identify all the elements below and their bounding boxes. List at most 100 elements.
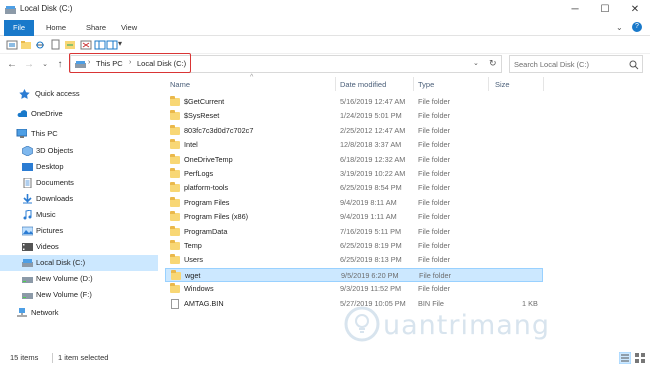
sort-ascending-icon: ^ <box>250 74 254 81</box>
rename-icon[interactable] <box>64 39 76 51</box>
sidebar-item-new-volume-d[interactable]: New Volume (D:) <box>0 271 158 287</box>
file-row[interactable]: Program Files 9/4/2019 8:11 AM File fold… <box>165 196 543 210</box>
sidebar-item-videos[interactable]: Videos <box>0 239 158 255</box>
file-row[interactable]: ProgramData 7/16/2019 5:11 PM File folde… <box>165 225 543 239</box>
sidebar-item-pictures[interactable]: Pictures <box>0 223 158 239</box>
star-icon <box>19 89 30 99</box>
download-icon <box>23 194 32 204</box>
tab-share[interactable]: Share <box>78 20 114 36</box>
tab-file[interactable]: File <box>4 20 34 36</box>
sidebar-item-documents[interactable]: Documents <box>0 175 158 191</box>
address-highlight-box <box>69 53 191 73</box>
close-button[interactable]: ✕ <box>620 0 650 20</box>
column-header-date[interactable]: Date modified <box>340 80 386 89</box>
folder-icon <box>170 211 180 222</box>
column-headers: ^ Name Date modified Type Size <box>165 74 650 93</box>
sidebar-item-music[interactable]: Music <box>0 207 158 223</box>
drive-icon <box>5 6 16 14</box>
file-row[interactable]: platform-tools 6/25/2019 8:54 PM File fo… <box>165 181 543 195</box>
sidebar-item-onedrive[interactable]: OneDrive <box>0 106 158 122</box>
watermark-logo-icon <box>344 306 380 342</box>
search-box[interactable]: Search Local Disk (C:) <box>509 55 643 73</box>
folder-icon <box>170 168 180 178</box>
new-folder-icon[interactable] <box>20 39 32 51</box>
title-bar: Local Disk (C:) ─ ☐ ✕ <box>0 0 650 20</box>
file-row[interactable]: Program Files (x86) 9/4/2019 1:11 AM Fil… <box>165 210 543 224</box>
details-view-icon[interactable] <box>619 352 631 364</box>
file-row[interactable]: $GetCurrent 5/16/2019 12:47 AM File fold… <box>165 95 543 109</box>
search-input[interactable]: Search Local Disk (C:) <box>514 60 589 69</box>
cloud-icon <box>17 110 27 117</box>
file-row[interactable]: Intel 12/8/2018 3:37 AM File folder <box>165 138 543 152</box>
copy-icon[interactable] <box>50 39 62 51</box>
layout-icon[interactable] <box>94 39 106 51</box>
file-row-selected[interactable]: wget 9/5/2019 6:20 PM File folder <box>165 267 543 283</box>
file-row[interactable]: $SysReset 1/24/2019 5:01 PM File folder <box>165 109 543 123</box>
ribbon-tabs: File Home Share View ⌄ ? <box>0 20 650 36</box>
folder-icon <box>170 110 180 121</box>
file-row[interactable]: Temp 6/25/2019 8:19 PM File folder <box>165 239 543 253</box>
properties-icon[interactable] <box>6 39 18 51</box>
column-header-name[interactable]: Name <box>170 80 190 89</box>
column-separator[interactable] <box>488 77 489 91</box>
undo-icon[interactable] <box>34 39 46 51</box>
column-separator[interactable] <box>335 77 336 91</box>
window-title: Local Disk (C:) <box>20 4 73 13</box>
sidebar-item-3d-objects[interactable]: 3D Objects <box>0 143 158 159</box>
minimize-button[interactable]: ─ <box>560 0 590 20</box>
large-icons-view-icon[interactable] <box>634 352 646 364</box>
document-icon <box>23 178 32 188</box>
selection-count: 1 item selected <box>58 353 109 362</box>
folder-icon <box>170 240 180 250</box>
folder-icon <box>170 182 180 193</box>
address-dropdown-icon[interactable]: ⌄ <box>473 59 479 67</box>
sidebar-item-this-pc[interactable]: This PC <box>0 126 158 142</box>
search-icon[interactable] <box>629 60 639 70</box>
sidebar-item-downloads[interactable]: Downloads <box>0 191 158 207</box>
music-icon <box>23 210 32 220</box>
recent-locations-icon[interactable]: ⌄ <box>38 56 52 74</box>
folder-icon <box>170 225 180 236</box>
maximize-button[interactable]: ☐ <box>590 0 620 20</box>
help-icon[interactable]: ? <box>632 22 642 32</box>
column-separator[interactable] <box>543 77 544 91</box>
file-row[interactable]: 803fc7c3d0d7c702c7 2/25/2012 12:47 AM Fi… <box>165 124 543 138</box>
ribbon-expand-icon[interactable]: ⌄ <box>616 23 623 32</box>
customize-toolbar-icon[interactable]: ▾ <box>118 39 122 48</box>
delete-icon[interactable] <box>80 39 92 51</box>
file-row[interactable]: OneDriveTemp 6/18/2019 12:32 AM File fol… <box>165 153 543 167</box>
folder-icon <box>170 153 180 164</box>
column-separator[interactable] <box>413 77 414 91</box>
column-header-type[interactable]: Type <box>418 80 434 89</box>
sidebar-item-local-disk-c[interactable]: Local Disk (C:) <box>0 255 158 271</box>
folder-icon <box>170 139 180 150</box>
file-row[interactable]: Users 6/25/2019 8:13 PM File folder <box>165 253 543 267</box>
picture-icon <box>22 226 33 236</box>
drive-icon <box>22 259 33 267</box>
sidebar-item-network[interactable]: Network <box>0 305 158 321</box>
folder-icon <box>171 269 181 280</box>
network-icon <box>17 308 27 317</box>
cube-icon <box>22 146 33 156</box>
forward-icon[interactable]: → <box>22 56 36 74</box>
column-header-size[interactable]: Size <box>495 80 510 89</box>
item-count: 15 items <box>10 353 39 362</box>
folder-icon <box>170 124 180 135</box>
folder-icon <box>170 254 180 265</box>
watermark: uantrimang <box>343 300 633 350</box>
tab-home[interactable]: Home <box>38 20 74 36</box>
details-pane-icon[interactable] <box>106 39 118 51</box>
sidebar-item-desktop[interactable]: Desktop <box>0 159 158 175</box>
sidebar-item-new-volume-f[interactable]: New Volume (F:) <box>0 287 158 303</box>
refresh-icon[interactable]: ↻ <box>489 58 497 69</box>
status-bar: 15 items 1 item selected <box>0 350 650 367</box>
up-icon[interactable]: ↑ <box>53 56 67 74</box>
watermark-text: uantrimang <box>383 310 551 341</box>
folder-icon <box>170 96 180 106</box>
quick-access-toolbar: ▾ <box>0 36 650 54</box>
tab-view[interactable]: View <box>113 20 145 36</box>
file-row[interactable]: PerfLogs 3/19/2019 10:22 AM File folder <box>165 167 543 181</box>
sidebar-item-quick-access[interactable]: Quick access <box>0 86 158 102</box>
back-icon[interactable]: ← <box>5 56 19 74</box>
file-row[interactable]: Windows 9/3/2019 11:52 PM File folder <box>165 282 543 296</box>
